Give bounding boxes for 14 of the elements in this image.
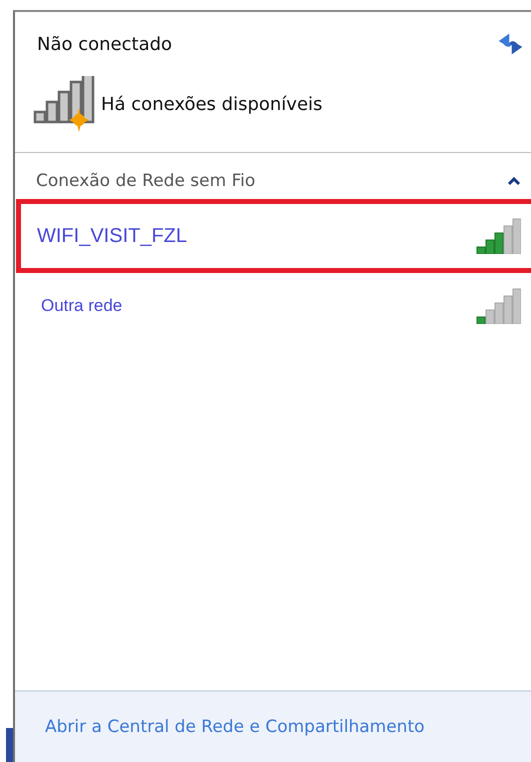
signal-star-icon bbox=[33, 76, 97, 132]
caret-icon[interactable] bbox=[507, 176, 521, 186]
signal-icon bbox=[475, 218, 521, 254]
network-item[interactable]: Outra rede bbox=[16, 273, 531, 339]
network-name: WIFI_VISIT_FZL bbox=[37, 224, 188, 248]
signal-icon bbox=[475, 288, 521, 324]
network-name: Outra rede bbox=[41, 296, 122, 316]
section-title: Conexão de Rede sem Fio bbox=[36, 171, 256, 191]
status-message: Há conexões disponíveis bbox=[101, 94, 322, 114]
taskbar-edge bbox=[6, 728, 13, 762]
network-item[interactable]: WIFI_VISIT_FZL bbox=[16, 199, 531, 273]
network-center-link[interactable]: Abrir a Central de Rede e Compartilhamento bbox=[45, 717, 425, 737]
status-title: Não conectado bbox=[37, 34, 172, 54]
refresh-icon[interactable] bbox=[497, 32, 523, 56]
